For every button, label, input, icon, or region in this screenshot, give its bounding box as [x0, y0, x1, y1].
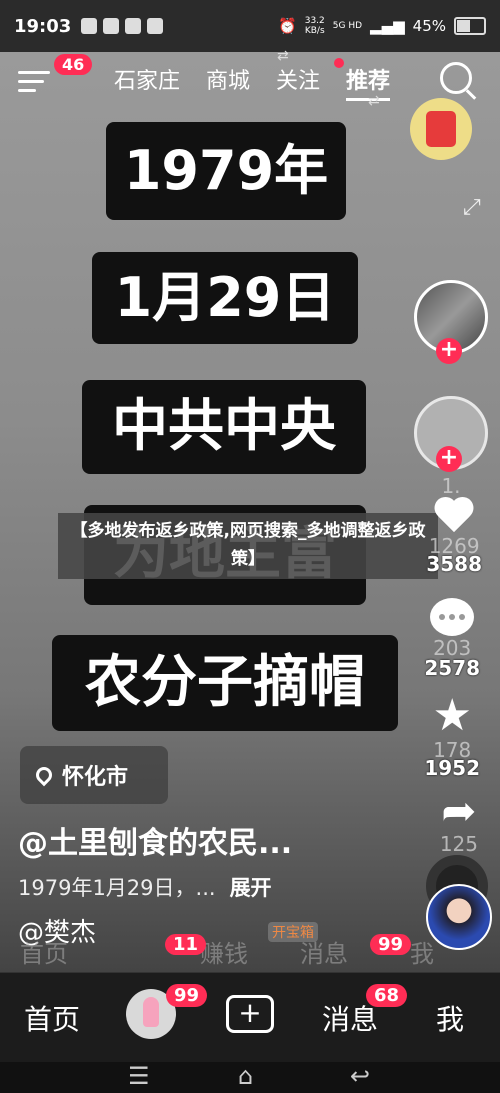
- location-tag[interactable]: 怀化市: [20, 746, 168, 804]
- video-caption: 农分子摘帽: [52, 635, 398, 731]
- app-notification-icon: [147, 18, 164, 34]
- home-icon[interactable]: ⌂: [238, 1064, 253, 1088]
- nav-me[interactable]: 我: [436, 998, 464, 1038]
- ghost-count: 1.: [441, 474, 461, 498]
- follow-plus-icon[interactable]: +: [436, 446, 462, 472]
- recent-apps-icon[interactable]: ☰: [128, 1064, 150, 1088]
- signal-bars-icon: ▂▄▆: [370, 17, 405, 35]
- expand-link[interactable]: 展开: [230, 876, 272, 900]
- red-packet-button[interactable]: [410, 98, 472, 160]
- tab-mall[interactable]: 商城: [206, 63, 250, 101]
- follow-plus-icon[interactable]: +: [436, 338, 462, 364]
- favorite-block[interactable]: ★ 178 1952: [424, 694, 480, 781]
- ghost-badge: 99: [370, 934, 412, 955]
- share-block[interactable]: ➦ 125: [439, 790, 478, 857]
- ghost-tag: 开宝箱: [268, 922, 318, 942]
- status-bar: 19:03 ⏰ 33.2 KB/s 5G HD ▂▄▆ 45%: [0, 0, 500, 52]
- video-caption: 1979年: [106, 122, 346, 220]
- messages-badge: 68: [366, 984, 408, 1007]
- video-caption: 中共中央: [82, 380, 366, 474]
- location-pin-icon: [32, 763, 56, 787]
- video-description: 1979年1月29日，... 展开: [18, 876, 272, 900]
- app-notification-icon: [125, 18, 142, 34]
- app-notification-icon: [103, 18, 120, 34]
- battery-icon: [454, 17, 486, 35]
- share-icon[interactable]: ➦: [441, 790, 476, 832]
- notification-icons: [81, 18, 164, 34]
- system-nav-bar: ☰ ⌂ ↩: [0, 1062, 500, 1093]
- feed-tabs: 石家庄 商城 关注 推荐: [114, 63, 391, 101]
- signal-icon: 5G HD: [332, 21, 363, 31]
- swap-icon: ⇄: [277, 48, 289, 64]
- red-envelope-icon: [426, 111, 456, 147]
- app-notification-icon: [81, 18, 98, 34]
- menu-badge: 46: [54, 54, 93, 75]
- battery-percent: 45%: [412, 17, 446, 35]
- like-block[interactable]: 1269 3588: [426, 498, 482, 576]
- favorite-ghost-count: 178: [433, 738, 472, 762]
- back-icon[interactable]: ↩: [350, 1064, 370, 1088]
- overlay-title: 【多地发布返乡政策,网页搜索_多地调整返乡政策】: [58, 513, 438, 579]
- heart-icon[interactable]: [434, 498, 474, 534]
- creator-avatar-block[interactable]: +: [414, 280, 488, 364]
- clock: 19:03: [14, 15, 72, 37]
- network-speed: 33.2 KB/s: [304, 16, 325, 36]
- search-icon[interactable]: [440, 62, 472, 94]
- fullscreen-icon[interactable]: ⤢: [463, 195, 481, 220]
- tab-city[interactable]: 石家庄: [114, 63, 180, 101]
- tab-following[interactable]: 关注: [276, 63, 320, 101]
- comment-icon[interactable]: [430, 598, 475, 636]
- location-label: 怀化市: [62, 765, 129, 790]
- ghost-badge: 11: [165, 934, 207, 955]
- star-icon[interactable]: ★: [432, 694, 471, 738]
- alarm-icon: ⏰: [278, 17, 297, 35]
- swap-icon: ⇄: [368, 93, 380, 109]
- following-dot: [334, 58, 344, 68]
- create-post-button[interactable]: +: [226, 995, 274, 1033]
- comment-ghost-count: 203: [433, 636, 472, 660]
- friends-badge: 99: [166, 984, 208, 1007]
- share-ghost-count: 125: [439, 832, 478, 856]
- comment-block[interactable]: 203 2578: [424, 598, 480, 680]
- like-ghost-count: 1269: [428, 534, 480, 558]
- ghost-avatar-block: + 1.: [414, 396, 488, 498]
- author-name[interactable]: @土里刨食的农民...: [18, 818, 292, 862]
- menu-icon[interactable]: [18, 71, 50, 93]
- ghost-tab-row: 首页 赚钱 消息 我: [20, 939, 434, 968]
- video-caption: 1月29日: [92, 252, 358, 344]
- nav-home[interactable]: 首页: [24, 998, 80, 1038]
